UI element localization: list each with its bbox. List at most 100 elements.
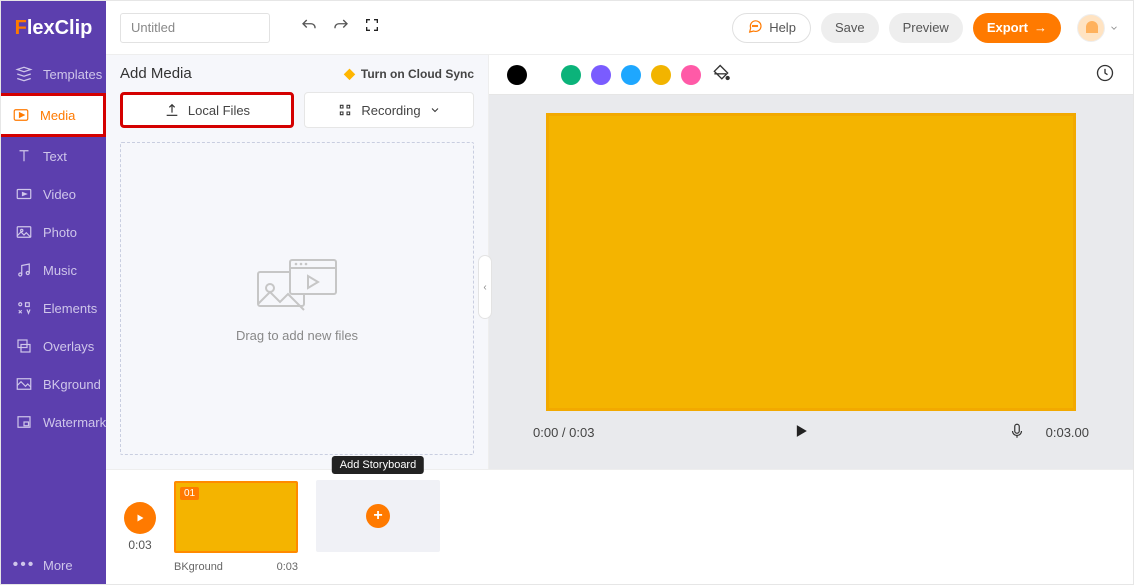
local-files-button[interactable]: Local Files xyxy=(120,92,294,128)
more-icon: ••• xyxy=(15,556,33,574)
player-bar: 0:00 / 0:03 0:03.00 xyxy=(531,411,1091,454)
timeline-head-time: 0:03 xyxy=(128,538,151,552)
canvas-area: ‹ 0:00 / 0:03 xyxy=(489,55,1133,469)
chevron-down-icon xyxy=(1109,23,1119,33)
sidebar: FlexClip Templates Media Text Video Phot… xyxy=(1,1,106,584)
color-swatch-yellow[interactable] xyxy=(651,65,671,85)
save-label: Save xyxy=(835,20,865,35)
undo-button[interactable] xyxy=(300,17,318,38)
elements-icon xyxy=(15,299,33,317)
color-swatch-pink[interactable] xyxy=(681,65,701,85)
redo-icon xyxy=(332,17,350,35)
add-storyboard-tooltip: Add Storyboard xyxy=(332,456,424,474)
sidebar-item-watermark[interactable]: Watermark xyxy=(1,403,106,441)
sidebar-item-label: Elements xyxy=(43,301,97,316)
export-button[interactable]: Export → xyxy=(973,13,1061,43)
music-icon xyxy=(15,261,33,279)
local-files-label: Local Files xyxy=(188,103,250,118)
preview-canvas[interactable] xyxy=(546,113,1076,411)
media-panel-title: Add Media xyxy=(120,65,192,82)
sidebar-item-label: Video xyxy=(43,187,76,202)
add-storyboard-button[interactable]: Add Storyboard + xyxy=(316,480,440,552)
sidebar-item-label: Media xyxy=(40,108,75,123)
sidebar-item-media[interactable]: Media xyxy=(1,93,106,137)
fill-tool-button[interactable] xyxy=(711,63,731,86)
sidebar-item-music[interactable]: Music xyxy=(1,251,106,289)
diamond-icon: ◆ xyxy=(344,65,355,82)
color-swatch-purple[interactable] xyxy=(591,65,611,85)
media-panel: Add Media ◆ Turn on Cloud Sync Local Fil… xyxy=(106,55,489,469)
recording-label: Recording xyxy=(361,103,420,118)
drop-area[interactable]: Drag to add new files xyxy=(120,142,474,455)
duration-display: 0:03.00 xyxy=(1046,425,1089,440)
logo: FlexClip xyxy=(1,1,106,55)
recording-button[interactable]: Recording xyxy=(304,92,474,128)
color-swatch-green[interactable] xyxy=(561,65,581,85)
history-button[interactable] xyxy=(1095,63,1115,86)
clip-index-badge: 01 xyxy=(180,487,199,500)
clip-name: BKground xyxy=(174,561,223,573)
bkground-icon xyxy=(15,375,33,393)
sidebar-item-overlays[interactable]: Overlays xyxy=(1,327,106,365)
storyboard-clip[interactable]: 01 xyxy=(174,481,298,553)
account-menu[interactable] xyxy=(1071,14,1119,42)
sidebar-item-label: BKground xyxy=(43,377,101,392)
watermark-icon xyxy=(15,413,33,431)
play-button[interactable] xyxy=(791,421,811,444)
plus-icon: + xyxy=(366,504,390,528)
sidebar-item-more[interactable]: ••• More xyxy=(1,546,106,584)
timeline: 0:03 01 BKground 0:03 Add Storyboard + xyxy=(106,469,1133,584)
fullscreen-button[interactable] xyxy=(364,17,380,38)
chat-icon xyxy=(747,18,763,37)
media-icon xyxy=(12,106,30,124)
clock-icon xyxy=(1095,63,1115,83)
sidebar-item-templates[interactable]: Templates xyxy=(1,55,106,93)
time-total: 0:03 xyxy=(569,425,594,440)
undo-icon xyxy=(300,17,318,35)
project-title-text: Untitled xyxy=(131,20,175,35)
upload-icon xyxy=(164,102,180,118)
templates-icon xyxy=(15,65,33,83)
color-swatch-blue[interactable] xyxy=(621,65,641,85)
play-icon xyxy=(791,421,811,441)
color-picker-row xyxy=(489,55,1133,95)
cloud-sync-label: Turn on Cloud Sync xyxy=(361,67,474,81)
record-icon xyxy=(337,102,353,118)
help-button[interactable]: Help xyxy=(732,13,811,43)
sidebar-item-elements[interactable]: Elements xyxy=(1,289,106,327)
video-icon xyxy=(15,185,33,203)
preview-label: Preview xyxy=(903,20,949,35)
text-icon xyxy=(15,147,33,165)
chevron-down-icon xyxy=(429,104,441,116)
dropzone-illustration-icon xyxy=(252,254,342,314)
sidebar-item-label: Overlays xyxy=(43,339,94,354)
overlays-icon xyxy=(15,337,33,355)
cloud-sync-toggle[interactable]: ◆ Turn on Cloud Sync xyxy=(344,65,474,82)
sidebar-item-text[interactable]: Text xyxy=(1,137,106,175)
preview-button[interactable]: Preview xyxy=(889,13,963,43)
sidebar-item-bkground[interactable]: BKground xyxy=(1,365,106,403)
redo-button[interactable] xyxy=(332,17,350,38)
timeline-play-button[interactable] xyxy=(124,502,156,534)
sidebar-item-label: Music xyxy=(43,263,77,278)
export-label: Export xyxy=(987,20,1028,35)
microphone-icon xyxy=(1008,422,1026,440)
sidebar-item-label: Watermark xyxy=(43,415,106,430)
logo-text: lexClip xyxy=(27,17,93,40)
sidebar-item-video[interactable]: Video xyxy=(1,175,106,213)
sidebar-item-photo[interactable]: Photo xyxy=(1,213,106,251)
fullscreen-icon xyxy=(364,17,380,33)
logo-f-letter: F xyxy=(15,17,27,40)
avatar-icon xyxy=(1077,14,1105,42)
time-display: 0:00 / 0:03 xyxy=(533,425,594,440)
sidebar-item-label: More xyxy=(43,558,73,573)
project-title-input[interactable]: Untitled xyxy=(120,13,270,43)
clip-duration: 0:03 xyxy=(277,561,298,573)
sidebar-item-label: Templates xyxy=(43,67,102,82)
paint-bucket-icon xyxy=(711,63,731,83)
voiceover-button[interactable] xyxy=(1008,422,1026,443)
time-current: 0:00 xyxy=(533,425,558,440)
color-swatch-black[interactable] xyxy=(507,65,527,85)
save-button[interactable]: Save xyxy=(821,13,879,43)
panel-collapse-toggle[interactable]: ‹ xyxy=(478,255,492,319)
